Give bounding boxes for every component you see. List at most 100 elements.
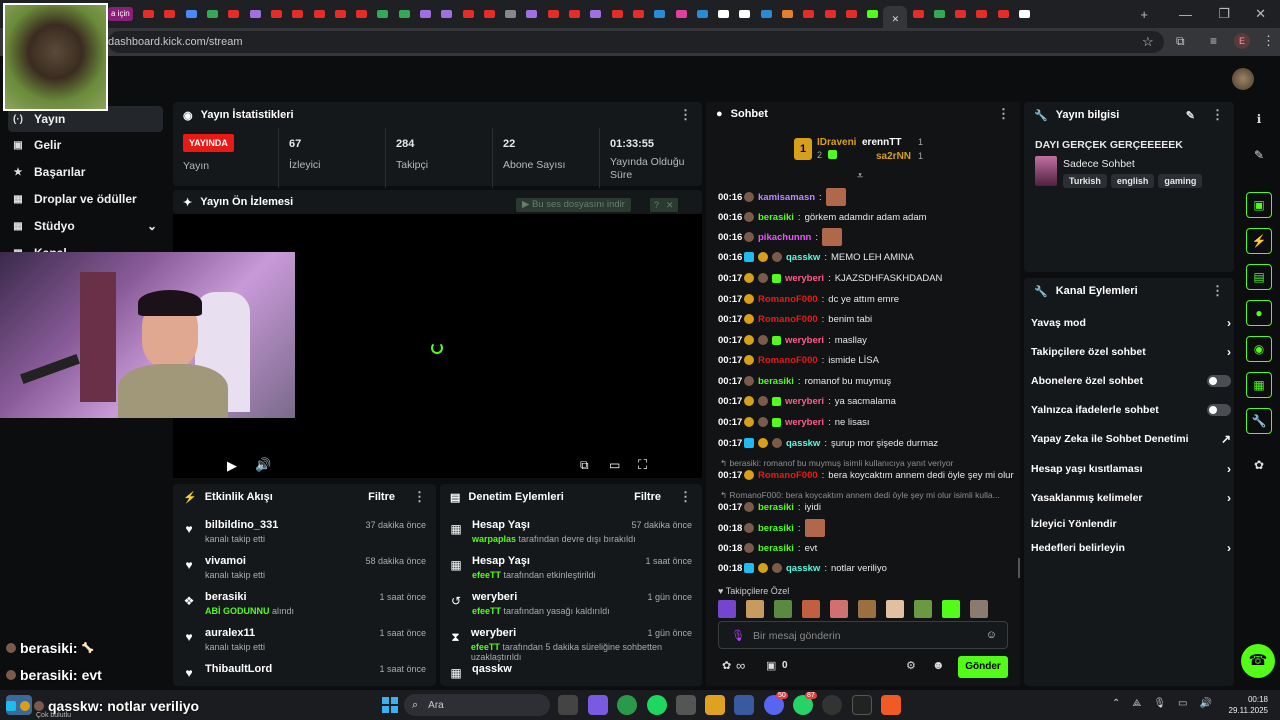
message-username[interactable]: weryberi <box>785 273 824 284</box>
channel-action-item[interactable]: İzleyici Yönlendir <box>1031 513 1231 535</box>
emote-item[interactable] <box>774 600 792 618</box>
clip-icon[interactable]: ▣ <box>1246 192 1272 218</box>
chat-message[interactable]: 00:17 berasiki: iyidi <box>718 498 1016 516</box>
support-chat-icon[interactable]: ☎ <box>1241 644 1275 678</box>
chat-scrollbar[interactable] <box>1018 558 1020 578</box>
file-explorer-icon[interactable] <box>705 695 725 715</box>
chat-message[interactable]: 00:17 weryberi: ne lisası <box>718 413 1016 431</box>
activity-item[interactable]: ♥ auralex11 kanalı takip etti 1 saat önce <box>173 618 436 654</box>
browser-tab[interactable] <box>521 4 542 24</box>
browser-tab[interactable] <box>415 4 436 24</box>
emote-item[interactable] <box>802 600 820 618</box>
edit-icon[interactable]: ✎ <box>1246 142 1272 168</box>
browser-tab[interactable] <box>244 4 265 24</box>
send-button[interactable]: Gönder <box>958 656 1008 678</box>
picture-in-picture-icon[interactable]: ⧉ <box>580 458 589 473</box>
browser-tab[interactable] <box>1014 4 1035 24</box>
chat-message[interactable]: 00:18 berasiki: evt <box>718 539 1016 557</box>
browser-tab[interactable] <box>971 4 992 24</box>
user-avatar[interactable] <box>1232 68 1254 90</box>
activity-username[interactable]: ThibaultLord <box>205 663 272 675</box>
emote-item[interactable] <box>830 600 848 618</box>
windows-start-icon[interactable] <box>380 695 400 715</box>
emote-item[interactable] <box>746 600 764 618</box>
extensions-icon[interactable]: ⧉ <box>1176 34 1185 49</box>
chat-message[interactable]: 00:17 weryberi: KJAZSDHFASKHDADAN <box>718 269 1016 287</box>
browser-tab[interactable] <box>929 4 950 24</box>
message-username[interactable]: RomanoF000 <box>758 314 818 325</box>
obs-icon[interactable] <box>822 695 842 715</box>
volume-icon[interactable]: 🔊 <box>255 457 271 473</box>
message-username[interactable]: berasiki <box>758 502 794 513</box>
browser-tab[interactable] <box>628 4 649 24</box>
browser-tab[interactable] <box>649 4 670 24</box>
microphone-icon[interactable]: 🎙 <box>1153 698 1166 709</box>
browser-tab[interactable] <box>585 4 606 24</box>
info-icon[interactable]: ℹ <box>1246 106 1272 132</box>
browser-tab[interactable] <box>777 4 798 24</box>
browser-tab[interactable] <box>798 4 819 24</box>
layout-icon[interactable]: ▦ <box>1246 372 1272 398</box>
browser-tab-kick[interactable] <box>862 4 883 24</box>
leaderboard-name[interactable]: sa2rNN <box>876 151 911 162</box>
activity-item[interactable]: ❖ berasiki ABİ GODUNNU alındı 1 saat önce <box>173 582 436 618</box>
browser-tab[interactable] <box>181 4 202 24</box>
browser-tab[interactable] <box>564 4 585 24</box>
browser-tab[interactable] <box>756 4 777 24</box>
message-username[interactable]: berasiki <box>758 376 794 387</box>
message-username[interactable]: RomanoF000 <box>758 470 818 481</box>
tab-label-prefix[interactable]: a için <box>108 7 133 21</box>
activity-item[interactable]: ♥ ThibaultLord 1 saat önce <box>173 654 436 686</box>
message-username[interactable]: weryberi <box>785 396 824 407</box>
category-thumbnail[interactable] <box>1035 156 1057 186</box>
treasure-icon[interactable]: ▣ <box>766 659 776 672</box>
profile-icon[interactable]: E <box>1234 33 1250 49</box>
more-options-icon[interactable]: ⋮ <box>1211 283 1224 299</box>
minimize-button[interactable]: — <box>1179 7 1192 22</box>
chat-message[interactable]: 00:18 berasiki: <box>718 519 1016 537</box>
store-icon[interactable] <box>676 695 696 715</box>
browser-tab[interactable] <box>841 4 862 24</box>
terminal-icon[interactable] <box>852 695 872 715</box>
browser-tab[interactable] <box>734 4 755 24</box>
browser-tab[interactable] <box>159 4 180 24</box>
filter-button[interactable]: Filtre <box>634 491 661 503</box>
tag[interactable]: english <box>1110 174 1155 188</box>
more-options-icon[interactable]: ⋮ <box>679 107 692 123</box>
message-username[interactable]: RomanoF000 <box>758 294 818 305</box>
activity-username[interactable]: bilbildino_331 <box>205 519 278 531</box>
chevron-up-icon[interactable]: ⌃ <box>1112 698 1120 709</box>
more-options-icon[interactable]: ⋮ <box>1211 107 1224 123</box>
browser-tab[interactable] <box>394 4 415 24</box>
category-name[interactable]: Sadece Sohbet <box>1063 158 1135 170</box>
chat-message[interactable]: 00:17 RomanoF000: benim tabi <box>718 310 1016 328</box>
emote-picker-icon[interactable]: ☻ <box>932 658 945 672</box>
chat-message[interactable]: 00:17 RomanoF000: dc ye attım emre <box>718 290 1016 308</box>
toggle-switch[interactable] <box>1207 404 1231 416</box>
browser-tab[interactable] <box>820 4 841 24</box>
chat-message[interactable]: 00:17 RomanoF000: bera koycaktım annem ded… <box>718 466 1016 484</box>
wrench-icon[interactable]: 🔧 <box>1246 408 1272 434</box>
browser-tab[interactable] <box>993 4 1014 24</box>
document-icon[interactable]: ▤ <box>1246 264 1272 290</box>
browser-tab[interactable] <box>500 4 521 24</box>
maximize-button[interactable]: ❐ <box>1218 6 1230 22</box>
moderator-name[interactable]: warpaplas <box>472 534 516 544</box>
browser-tab[interactable] <box>223 4 244 24</box>
message-username[interactable]: qasskw <box>786 252 820 263</box>
network-icon[interactable]: ⟁ <box>1132 698 1141 709</box>
moderator-name[interactable]: efeeTT <box>472 606 501 616</box>
points-icon[interactable]: ✿ <box>1246 452 1272 478</box>
leaderboard-name[interactable]: erennTT <box>862 137 901 148</box>
sidebar-item-droplar[interactable]: ▦ Droplar ve ödüller <box>8 186 163 212</box>
browser-tab[interactable] <box>692 4 713 24</box>
channel-action-item[interactable]: Abonelere özel sohbet <box>1031 370 1231 392</box>
activity-item[interactable]: ♥ vivamoi kanalı takip etti 58 dakika önce <box>173 546 436 582</box>
leaderboard-top-name[interactable]: IDraveni <box>817 137 856 148</box>
message-username[interactable]: berasiki <box>758 212 794 223</box>
lightning-icon[interactable]: ⚡ <box>1246 228 1272 254</box>
emote-item[interactable] <box>886 600 904 618</box>
message-username[interactable]: kamisamasn <box>758 192 815 203</box>
chat-icon[interactable]: ● <box>1246 300 1272 326</box>
sidebar-item-basarilar[interactable]: ★ Başarılar <box>8 159 163 185</box>
